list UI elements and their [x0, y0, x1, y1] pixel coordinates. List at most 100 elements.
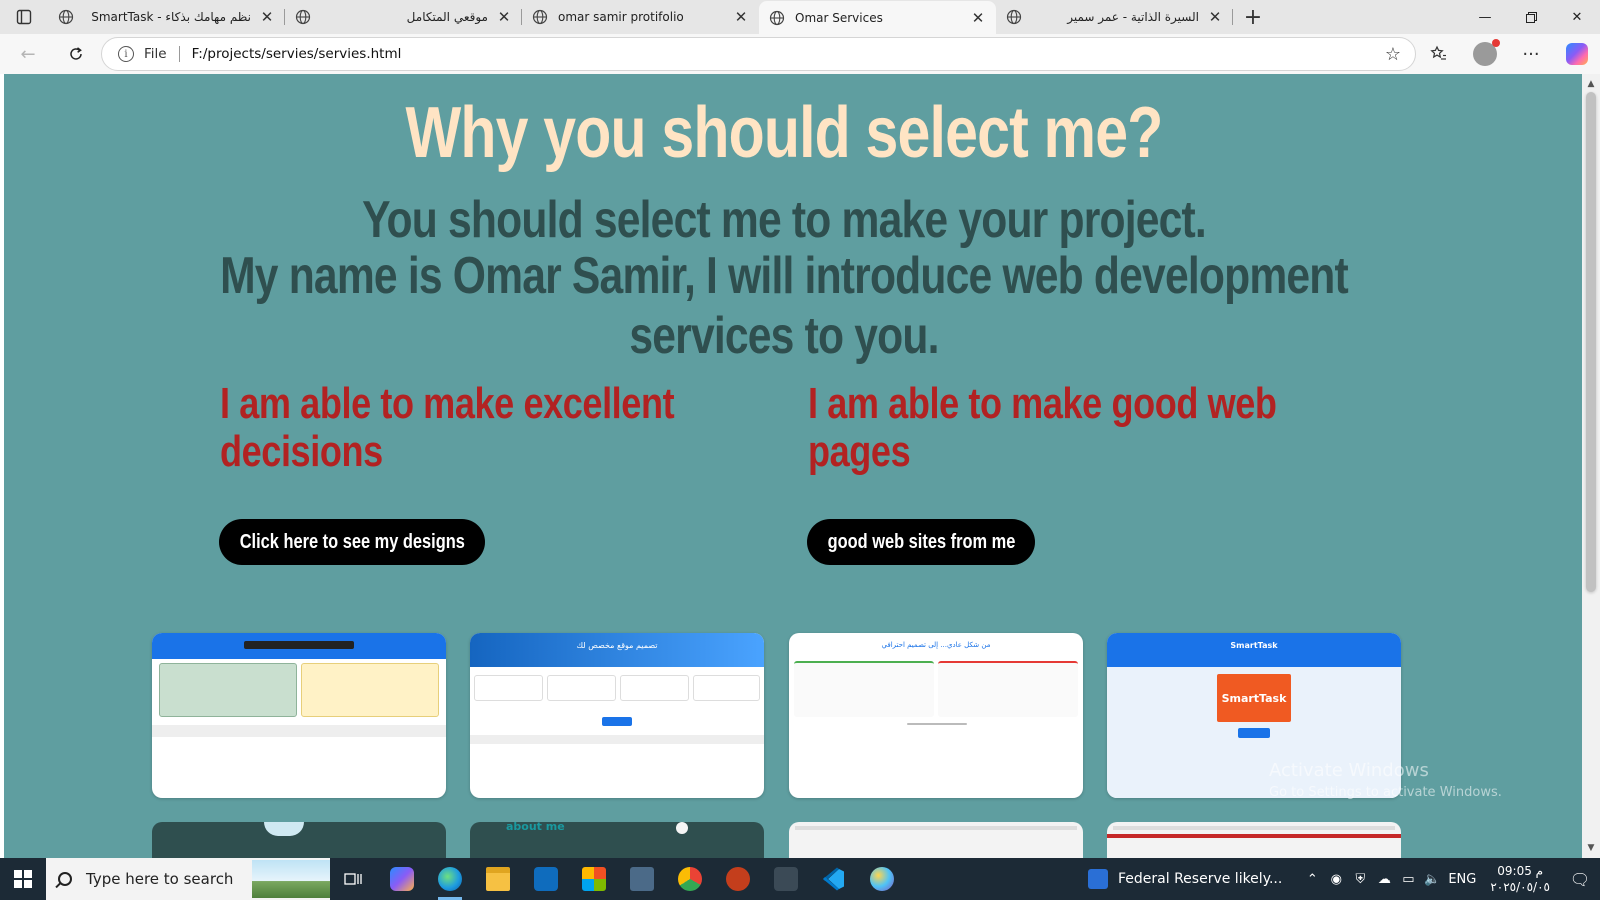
onedrive-icon[interactable]: ☁ — [1372, 872, 1396, 887]
arrow-left-icon: ← — [20, 43, 36, 65]
scrollbar-thumb[interactable] — [1586, 92, 1596, 592]
calculator-icon — [630, 867, 654, 891]
globe-icon — [58, 9, 74, 25]
outlook-app[interactable] — [522, 858, 570, 900]
scroll-up-icon[interactable]: ▲ — [1582, 76, 1600, 92]
minimize-button[interactable]: — — [1462, 0, 1508, 34]
design-thumbnail-8[interactable] — [1107, 822, 1401, 858]
news-icon — [1088, 869, 1108, 889]
restore-button[interactable] — [1508, 0, 1554, 34]
notifications-button[interactable]: 🗨 — [1560, 870, 1600, 889]
url-text[interactable]: F:/projects/servies/servies.html — [192, 46, 402, 62]
feature-title-web-pages: I am able to make good web pages — [808, 379, 1277, 476]
chrome-app[interactable] — [666, 858, 714, 900]
thumbnail-title: SmartTask — [1230, 641, 1278, 650]
window-controls: — ✕ — [1462, 0, 1600, 34]
tab-portfolio[interactable]: omar samir protifolio ✕ — [522, 0, 759, 34]
close-icon[interactable]: ✕ — [1207, 8, 1223, 26]
thumbnail-footer — [152, 725, 446, 737]
tab-cv[interactable]: السيرة الذاتية - عمر سمير ✕ — [996, 0, 1233, 34]
tab-omar-services[interactable]: Omar Services ✕ — [759, 1, 996, 35]
tab-title: Omar Services — [795, 11, 883, 25]
powerpoint-app[interactable] — [714, 858, 762, 900]
design-thumbnail-6[interactable]: about me — [470, 822, 764, 858]
clock[interactable]: 09:05 م ٢٠٢٥/٠٥/٠٥ — [1490, 863, 1550, 895]
thumbnail-figure — [264, 822, 304, 836]
news-widget[interactable]: Federal Reserve likely... — [1088, 869, 1282, 889]
star-icon[interactable]: ☆ — [1385, 44, 1401, 65]
tab-actions-button[interactable] — [0, 0, 48, 34]
design-thumbnail-5[interactable] — [152, 822, 446, 858]
design-thumbnail-7[interactable] — [789, 822, 1083, 858]
language-indicator[interactable]: ENG — [1444, 872, 1480, 887]
thumbnail-toolbar — [795, 826, 1077, 830]
globe-icon — [769, 10, 785, 26]
edge-app[interactable] — [426, 858, 474, 900]
info-icon[interactable]: i — [118, 46, 134, 62]
thumbnail-header: SmartTask — [1107, 633, 1401, 667]
close-icon[interactable]: ✕ — [733, 8, 749, 26]
good-web-sites-button[interactable]: good web sites from me — [807, 519, 1035, 565]
app-settings[interactable] — [762, 858, 810, 900]
close-icon[interactable]: ✕ — [259, 8, 275, 26]
tab-strip: نظم مهامك بذكاء - SmartTask ✕ موقعي المت… — [0, 0, 1600, 35]
paint-app[interactable] — [858, 858, 906, 900]
system-tray: Federal Reserve likely... ⌃ ◉ ⛨ ☁ ▭ 🔈 EN… — [1088, 858, 1600, 900]
network-icon[interactable]: ▭ — [1396, 872, 1420, 887]
chrome-icon — [678, 867, 702, 891]
tab-title: omar samir protifolio — [558, 10, 684, 24]
defender-icon[interactable]: ⛨ — [1348, 872, 1372, 887]
back-button[interactable]: ← — [8, 38, 48, 70]
design-thumbnail-2[interactable]: تصميم موقع مخصص لك — [470, 633, 764, 798]
tab-my-site[interactable]: موقعي المتكامل ✕ — [285, 0, 522, 34]
tab-smarttask[interactable]: نظم مهامك بذكاء - SmartTask ✕ — [48, 0, 285, 34]
tab-title: السيرة الذاتية - عمر سمير — [1067, 10, 1199, 24]
settings-more-button[interactable]: ··· — [1508, 34, 1554, 74]
new-tab-button[interactable]: + — [1233, 0, 1273, 34]
copilot-icon — [1566, 43, 1588, 65]
navigation-bar: ← i File F:/projects/servies/servies.htm… — [0, 34, 1600, 74]
windows-taskbar: Type here to search Federal Reserve like… — [0, 858, 1600, 900]
taskbar-search[interactable]: Type here to search — [46, 858, 330, 900]
thumbnail-banner — [244, 641, 354, 649]
plus-icon: + — [1243, 4, 1263, 30]
see-designs-button[interactable]: Click here to see my designs — [219, 519, 485, 565]
design-thumbnail-1[interactable] — [152, 633, 446, 798]
design-thumbnail-3[interactable]: من شكل عادي... إلى تصميم احترافي — [789, 633, 1083, 798]
close-icon[interactable]: ✕ — [970, 9, 986, 27]
scroll-down-icon[interactable]: ▼ — [1582, 840, 1600, 856]
copilot-button[interactable] — [1554, 34, 1600, 74]
thumbnail-logo: SmartTask — [1217, 674, 1291, 722]
page-scrollbar[interactable]: ▲ ▼ — [1582, 74, 1600, 858]
chevron-up-icon[interactable]: ⌃ — [1300, 872, 1324, 887]
search-highlight-image — [252, 860, 330, 898]
thumbnail-card — [938, 661, 1078, 717]
activate-windows-watermark: Activate Windows Go to Settings to activ… — [1269, 760, 1502, 800]
divider — [178, 46, 180, 62]
file-explorer-app[interactable] — [474, 858, 522, 900]
tab-title: نظم مهامك بذكاء - SmartTask — [91, 10, 251, 24]
store-app[interactable] — [570, 858, 618, 900]
search-placeholder: Type here to search — [86, 870, 234, 888]
close-window-button[interactable]: ✕ — [1554, 0, 1600, 34]
volume-icon[interactable]: 🔈 — [1420, 872, 1444, 887]
paint-icon — [870, 867, 894, 891]
camera-icon[interactable]: ◉ — [1324, 872, 1348, 887]
vscode-app[interactable] — [810, 858, 858, 900]
start-button[interactable] — [0, 858, 46, 900]
task-view-button[interactable] — [330, 858, 378, 900]
minimize-icon: — — [1478, 9, 1492, 25]
calculator-app[interactable] — [618, 858, 666, 900]
address-bar[interactable]: i File F:/projects/servies/servies.html … — [101, 37, 1416, 71]
thumbnail-toolbar — [1113, 826, 1395, 830]
store-icon — [582, 867, 606, 891]
folder-icon — [486, 867, 510, 891]
tab-title: موقعي المتكامل — [406, 10, 488, 24]
copilot-app[interactable] — [378, 858, 426, 900]
profile-button[interactable] — [1462, 34, 1508, 74]
search-icon — [58, 872, 72, 886]
close-icon[interactable]: ✕ — [496, 8, 512, 26]
reload-button[interactable] — [56, 38, 96, 70]
favorites-button[interactable] — [1416, 34, 1462, 74]
watermark-line-2: Go to Settings to activate Windows. — [1269, 785, 1502, 800]
